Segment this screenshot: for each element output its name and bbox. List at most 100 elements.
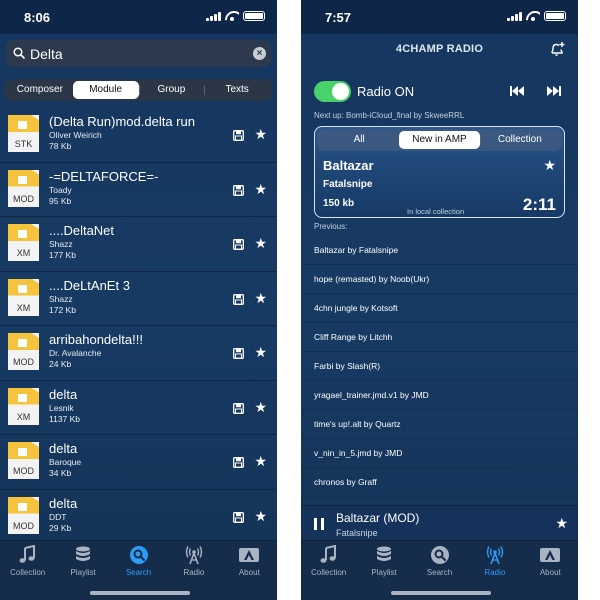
previous-label: Previous: [314,222,348,231]
save-icon[interactable] [233,511,244,523]
stack-icon [374,545,394,565]
history-item[interactable]: yragael_trainer.jmd.v1 by JMD [301,381,578,410]
tab-label: Search [426,568,453,577]
favorite-star-icon[interactable]: ★ [254,182,267,196]
source-tab-all[interactable]: All [319,131,399,149]
favorite-star-icon[interactable]: ★ [254,291,267,305]
history-item[interactable]: v_nin_in_5.jmd by JMD [301,439,578,468]
tab-radio[interactable]: Radio [467,545,522,577]
history-item[interactable]: Cliff Range by Litchh [301,323,578,352]
result-size: 24 Kb [49,359,72,369]
save-icon[interactable] [233,130,244,141]
module-file-icon: MOD [8,496,39,534]
result-title: delta [49,441,78,456]
wifi-icon [225,11,239,21]
filter-tab-composer[interactable]: Composer [7,81,73,99]
tab-collection[interactable]: Collection [301,544,356,577]
now-playing-artist: Fatalsnipe [323,179,373,190]
bell-plus-icon[interactable] [549,41,565,57]
next-track-icon[interactable] [546,85,562,97]
tab-label: Radio [183,568,205,577]
folder-tab-icon [8,115,39,132]
save-icon[interactable] [233,293,244,305]
search-result-row[interactable]: MOD delta Baroque 34 Kb ★ [0,435,277,490]
module-file-icon: STK [8,115,39,152]
tab-search[interactable]: Search [412,545,467,577]
favorite-star-icon[interactable]: ★ [254,236,267,250]
now-playing-size: 150 kb [323,198,355,209]
search-results-list: STK (Delta Run)mod.delta run Oliver Weiric… [0,108,277,541]
radio-screen: 7:57 4CHAMP RADIO Radio ON Next up: Bomb… [301,0,578,600]
module-file-icon: MOD [8,169,39,207]
tab-label: Radio [484,568,506,577]
tab-collection[interactable]: Collection [0,544,55,577]
favorite-star-icon[interactable]: ★ [543,158,556,172]
history-item[interactable]: hope (remasted) by Noob(Ukr) [301,265,578,294]
search-input[interactable] [30,40,230,67]
history-item[interactable]: time's up!.alt by Quartz [301,410,578,439]
clear-search-button[interactable]: × [253,47,266,60]
mini-player[interactable]: Baltazar (MOD) Fatalsnipe ★ [301,505,578,541]
save-icon[interactable] [233,348,244,359]
favorite-star-icon[interactable]: ★ [254,400,267,414]
folder-tab-icon [8,278,39,296]
search-result-row[interactable]: MOD arribahondelta!!! Dr. Avalanche 24 Kb ★ [0,326,277,381]
save-icon[interactable] [233,184,244,196]
folder-tab-icon [8,442,39,459]
search-result-row[interactable]: MOD delta DDT 29 Kb ★ [0,490,277,542]
result-size: 177 Kb [49,250,76,260]
history-item[interactable]: Farbi by Slash(R) [301,352,578,381]
filter-tab-module[interactable]: Module [72,81,139,99]
filter-tab-texts[interactable]: Texts [204,81,270,99]
search-result-row[interactable]: MOD -=DELTAFORCE=- Toady 95 Kb ★ [0,163,277,217]
search-result-row[interactable]: XM delta Lesnik 1137 Kb ★ [0,381,277,435]
history-item[interactable]: chronos by Graff [301,468,578,497]
radio-toggle[interactable] [314,81,351,102]
tab-search[interactable]: Search [111,545,166,577]
history-list: Baltazar by Fatalsnipe hope (remasted) by… [301,236,578,506]
music-note-icon [319,544,339,565]
result-size: 95 Kb [49,195,72,206]
result-author: Shazz [49,293,73,304]
file-extension-label: MOD [13,520,34,531]
tab-playlist[interactable]: Playlist [357,545,412,577]
save-icon[interactable] [233,239,244,250]
favorite-star-icon[interactable]: ★ [555,516,568,530]
folder-tab-icon [8,333,39,350]
tab-bar: Collection Playlist Search Radio About [0,540,277,600]
favorite-star-icon[interactable]: ★ [254,127,267,141]
filter-tab-group[interactable]: Group [138,81,205,99]
search-result-row[interactable]: STK (Delta Run)mod.delta run Oliver Weiric… [0,108,277,163]
previous-track-icon[interactable] [509,85,525,97]
tab-about[interactable]: About [523,545,578,577]
tab-label: Playlist [70,568,96,577]
result-size: 1137 Kb [49,413,81,424]
tab-radio[interactable]: Radio [166,545,221,577]
pause-icon[interactable] [314,518,324,530]
source-tab-new-in-amp[interactable]: New in AMP [399,131,480,149]
search-screen: 8:06 × ComposerModuleGroupTexts STK (Delt… [0,0,277,600]
save-icon[interactable] [233,402,244,414]
favorite-star-icon[interactable]: ★ [254,454,267,468]
search-result-row[interactable]: XM ....DeLtAnEt 3 Shazz 172 Kb ★ [0,272,277,326]
search-bar: × [6,40,271,67]
favorite-star-icon[interactable]: ★ [254,345,267,359]
tab-label: About [539,568,561,577]
signal-icon [507,11,522,21]
stack-icon [73,545,93,565]
history-item[interactable]: Baltazar by Fatalsnipe [301,236,578,265]
tab-playlist[interactable]: Playlist [56,545,111,577]
favorite-star-icon[interactable]: ★ [254,509,267,523]
file-extension-label: MOD [13,193,34,204]
file-extension-label: XM [16,248,31,258]
tab-about[interactable]: About [222,545,277,577]
now-playing-status: In local collection [407,207,465,216]
folder-tab-icon [8,496,39,514]
save-icon[interactable] [233,457,244,468]
history-item[interactable]: 4chn jungle by Kotsoft [301,294,578,323]
source-tab-collection[interactable]: Collection [479,131,560,149]
module-file-icon: XM [8,387,39,425]
search-result-row[interactable]: XM ....DeltaNet Shazz 177 Kb ★ [0,217,277,272]
module-file-icon: MOD [8,442,39,479]
result-author: Baroque [49,457,82,467]
